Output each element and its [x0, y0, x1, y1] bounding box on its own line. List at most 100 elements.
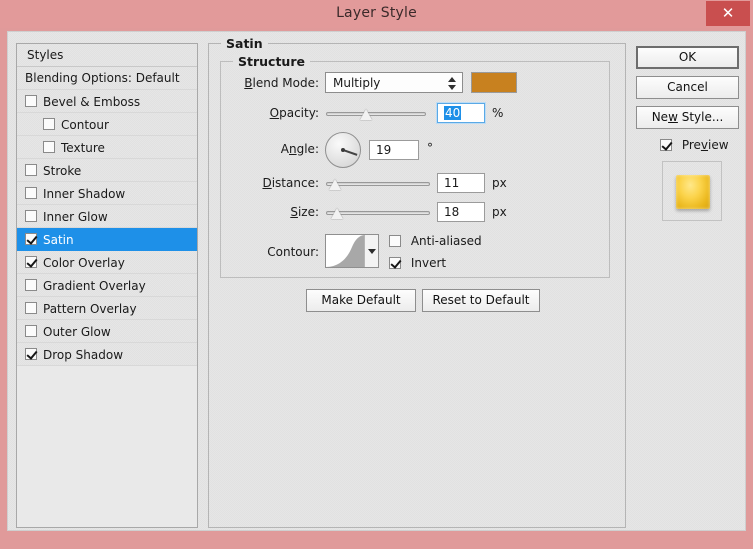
sidebar-item-gradient-overlay[interactable]: Gradient Overlay: [17, 274, 197, 297]
sidebar-item-inner-shadow[interactable]: Inner Shadow: [17, 182, 197, 205]
opacity-input[interactable]: 40: [437, 103, 485, 123]
sidebar-item-label: Stroke: [43, 163, 82, 178]
size-value: 18: [444, 205, 460, 219]
invert-label: Invert: [410, 256, 447, 270]
sidebar-item-label: Pattern Overlay: [43, 301, 137, 316]
style-enable-checkbox[interactable]: [25, 348, 37, 360]
sidebar-item-drop-shadow[interactable]: Drop Shadow: [17, 343, 197, 366]
dialog-body: Styles Blending Options: Default Bevel &…: [7, 31, 746, 531]
action-column: OK Cancel New Style... Preview: [636, 43, 739, 528]
style-enable-checkbox[interactable]: [25, 187, 37, 199]
sidebar-item-outer-glow[interactable]: Outer Glow: [17, 320, 197, 343]
opacity-slider-track: [326, 112, 426, 116]
preview-label: Preview: [681, 138, 729, 152]
size-slider-thumb[interactable]: [331, 208, 344, 219]
style-enable-checkbox[interactable]: [43, 141, 55, 153]
preview-checkbox-box[interactable]: [660, 139, 672, 151]
sidebar-item-color-overlay[interactable]: Color Overlay: [17, 251, 197, 274]
reset-to-default-button[interactable]: Reset to Default: [422, 289, 540, 312]
distance-label: Distance:: [262, 176, 319, 190]
sidebar-item-contour[interactable]: Contour: [17, 113, 197, 136]
sidebar-item-label: Outer Glow: [43, 324, 111, 339]
contour-preset-picker[interactable]: [325, 234, 379, 268]
sidebar-item-satin[interactable]: Satin: [17, 228, 197, 251]
angle-dial[interactable]: [325, 132, 361, 168]
style-enable-checkbox[interactable]: [25, 164, 37, 176]
sidebar-item-pattern-overlay[interactable]: Pattern Overlay: [17, 297, 197, 320]
styles-rows: Bevel & Emboss Contour Texture Stroke Inner …: [17, 90, 197, 366]
anti-aliased-checkbox[interactable]: Anti-aliased: [389, 234, 482, 248]
chevron-down-icon: [368, 249, 376, 254]
structure-group-title: Structure: [233, 54, 310, 69]
style-enable-checkbox[interactable]: [25, 256, 37, 268]
sidebar-item-stroke[interactable]: Stroke: [17, 159, 197, 182]
cancel-button[interactable]: Cancel: [636, 76, 739, 99]
sidebar-item-label: Contour: [61, 117, 109, 132]
size-label: Size:: [290, 205, 319, 219]
blending-options-label: Blending Options: Default: [25, 71, 180, 85]
contour-dropdown-cell[interactable]: [364, 235, 378, 267]
sidebar-item-bevel-emboss[interactable]: Bevel & Emboss: [17, 90, 197, 113]
distance-input[interactable]: 11: [437, 173, 485, 193]
style-enable-checkbox[interactable]: [43, 118, 55, 130]
sidebar-item-label: Gradient Overlay: [43, 278, 146, 293]
opacity-slider-thumb[interactable]: [360, 109, 372, 120]
sidebar-item-label: Drop Shadow: [43, 347, 124, 362]
preview-checkbox[interactable]: Preview: [660, 138, 729, 152]
size-input[interactable]: 18: [437, 202, 485, 222]
contour-label: Contour:: [267, 245, 319, 259]
styles-list-panel: Styles Blending Options: Default Bevel &…: [16, 43, 198, 528]
sidebar-item-inner-glow[interactable]: Inner Glow: [17, 205, 197, 228]
size-slider[interactable]: [326, 206, 430, 220]
opacity-value: 40: [444, 106, 462, 120]
style-enable-checkbox[interactable]: [25, 302, 37, 314]
styles-list-header: Styles: [17, 44, 197, 67]
structure-group: Structure Blend Mode: Multiply Opacity: …: [220, 54, 610, 278]
sidebar-item-label: Color Overlay: [43, 255, 125, 270]
sidebar-item-blending-options[interactable]: Blending Options: Default: [17, 67, 197, 90]
sidebar-item-label: Inner Shadow: [43, 186, 126, 201]
preview-swatch: [676, 175, 710, 209]
distance-slider[interactable]: [326, 177, 430, 191]
angle-value: 19: [376, 143, 392, 157]
ok-button[interactable]: OK: [636, 46, 739, 69]
distance-unit: px: [492, 176, 507, 190]
anti-aliased-checkbox-box[interactable]: [389, 235, 401, 247]
title-bar: Layer Style ✕: [0, 0, 753, 28]
blend-mode-label: Blend Mode:: [244, 76, 319, 90]
style-enable-checkbox[interactable]: [25, 325, 37, 337]
blend-mode-select[interactable]: Multiply: [325, 72, 463, 93]
style-enable-checkbox[interactable]: [25, 210, 37, 222]
new-style-button[interactable]: New Style...: [636, 106, 739, 129]
opacity-slider[interactable]: [326, 107, 426, 121]
style-enable-checkbox[interactable]: [25, 95, 37, 107]
distance-value: 11: [444, 176, 460, 190]
sidebar-item-texture[interactable]: Texture: [17, 136, 197, 159]
sidebar-item-label: Texture: [61, 140, 105, 155]
angle-label: Angle:: [280, 142, 319, 156]
window-title: Layer Style: [336, 5, 417, 21]
invert-checkbox-box[interactable]: [389, 257, 401, 269]
close-icon[interactable]: ✕: [706, 1, 750, 26]
satin-group: Satin Structure Blend Mode: Multiply Opa…: [208, 36, 626, 528]
sidebar-item-label: Satin: [43, 232, 74, 247]
layer-style-dialog: Layer Style ✕ Styles Blending Options: D…: [0, 0, 753, 549]
satin-group-title: Satin: [221, 36, 268, 51]
contour-curve-icon: [326, 235, 365, 267]
chevron-updown-icon: [448, 77, 457, 90]
angle-input[interactable]: 19: [369, 140, 419, 160]
blend-color-swatch[interactable]: [471, 72, 517, 93]
style-enable-checkbox[interactable]: [25, 279, 37, 291]
distance-slider-track: [326, 182, 430, 186]
opacity-unit: %: [492, 106, 504, 120]
size-unit: px: [492, 205, 507, 219]
opacity-label: Opacity:: [269, 106, 319, 120]
distance-slider-thumb[interactable]: [329, 179, 342, 190]
preview-thumbnail: [662, 161, 722, 221]
anti-aliased-label: Anti-aliased: [410, 234, 482, 248]
style-enable-checkbox[interactable]: [25, 233, 37, 245]
sidebar-item-label: Bevel & Emboss: [43, 94, 141, 109]
invert-checkbox[interactable]: Invert: [389, 256, 446, 270]
make-default-button[interactable]: Make Default: [306, 289, 416, 312]
angle-unit: °: [427, 141, 433, 155]
